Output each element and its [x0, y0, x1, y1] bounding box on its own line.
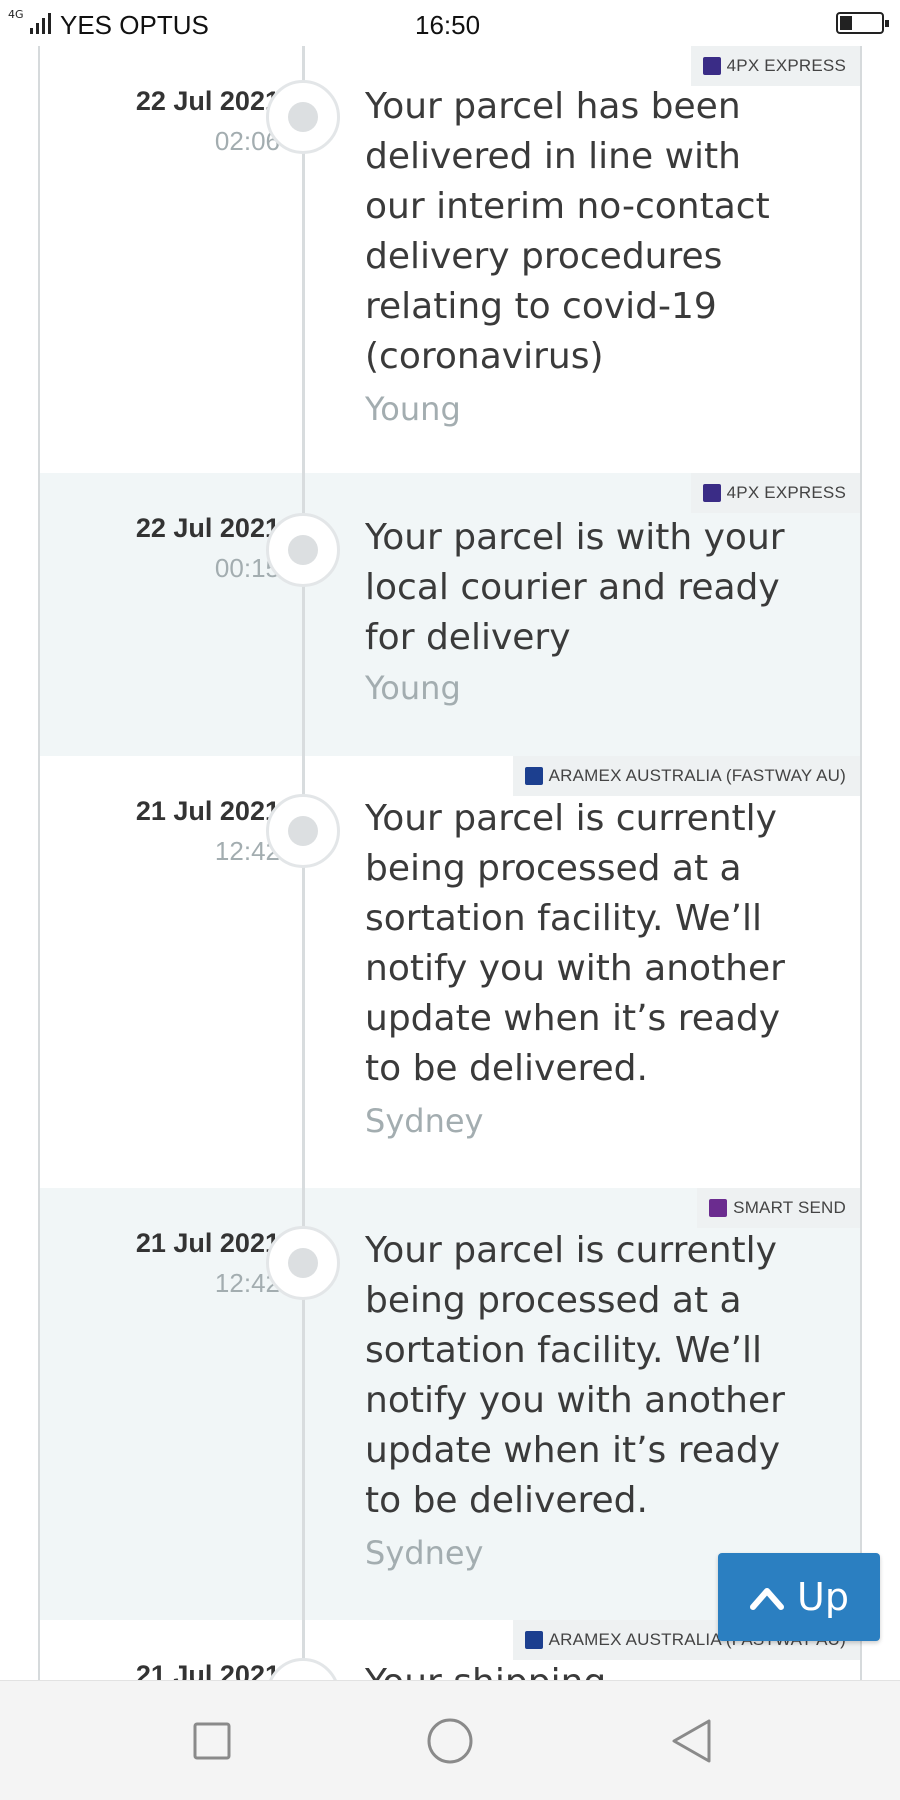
event-date: 21 Jul 2021	[135, 796, 280, 826]
carrier-tag-label: 4PX EXPRESS	[726, 56, 846, 75]
home-circle-icon[interactable]	[420, 1711, 480, 1771]
event-message-line: sortation facility. We’ll	[365, 898, 762, 939]
event-message: Your parcel is currently being processed …	[365, 794, 835, 1094]
event-message: Your parcel is currently being processed …	[365, 1226, 835, 1526]
timeline-node-icon	[266, 80, 340, 154]
timeline-node-icon	[266, 1226, 340, 1300]
event-message-line: being processed at a	[365, 1280, 742, 1321]
event-message-line: Your parcel is currently	[365, 798, 777, 839]
tracking-timeline: 4PX EXPRESS 22 Jul 2021 02:06 Your parce…	[0, 46, 900, 1680]
back-triangle-icon[interactable]	[662, 1711, 722, 1771]
event-date: 21 Jul 2021	[135, 1660, 280, 1680]
timeline-event: 4PX EXPRESS 22 Jul 2021 02:06 Your parce…	[40, 46, 860, 473]
event-message-line: Your parcel is with your	[365, 517, 785, 558]
timeline-left-border	[38, 46, 40, 1680]
status-bar: 4G YES OPTUS 16:50	[0, 0, 900, 46]
timeline-node-icon	[266, 794, 340, 868]
event-message-line: Your shipping	[365, 1658, 835, 1680]
event-message: Your parcel has been delivered in line wi…	[365, 82, 835, 382]
carrier-tag: SMART SEND	[697, 1188, 860, 1228]
event-time: 12:42	[214, 836, 280, 866]
event-message-line: delivered in line with	[365, 136, 741, 177]
event-date: 22 Jul 2021	[135, 86, 280, 116]
event-time: 02:06	[214, 126, 280, 156]
event-message-line: to be delivered.	[365, 1480, 648, 1521]
event-time: 00:15	[214, 553, 280, 583]
carrier-tag: 4PX EXPRESS	[690, 473, 860, 513]
event-date: 21 Jul 2021	[135, 1228, 280, 1258]
event-message-line: to be delivered.	[365, 1048, 648, 1089]
carrier-logo-icon	[709, 1199, 728, 1217]
carrier-tag-label: ARAMEX AUSTRALIA (FASTWAY AU)	[548, 766, 846, 785]
battery-icon	[836, 12, 889, 34]
scroll-up-button[interactable]: Up	[718, 1553, 880, 1641]
event-location: Young	[365, 390, 461, 428]
timeline-event: ARAMEX AUSTRALIA (FASTWAY AU) 21 Jul 202…	[40, 756, 860, 1188]
event-message-line: (coronavirus)	[365, 336, 604, 377]
carrier-logo-icon	[702, 57, 721, 75]
carrier-logo-icon	[524, 767, 543, 785]
event-time: 12:42	[214, 1268, 280, 1298]
event-message-line: notify you with another	[365, 948, 785, 989]
event-message: Your shipping	[365, 1658, 835, 1680]
event-message-line: our interim no-contact	[365, 186, 770, 227]
event-message-line: being processed at a	[365, 848, 742, 889]
event-message-line: Your parcel has been	[365, 86, 741, 127]
event-message: Your parcel is with your local courier an…	[365, 513, 835, 663]
carrier-tag-label: 4PX EXPRESS	[726, 483, 846, 502]
status-clock: 16:50	[415, 10, 481, 40]
event-message-line: for delivery	[365, 617, 571, 658]
carrier-tag: ARAMEX AUSTRALIA (FASTWAY AU)	[512, 756, 860, 796]
carrier-logo-icon	[702, 484, 721, 502]
event-message-line: delivery procedures	[365, 236, 723, 277]
event-message-line: Your parcel is currently	[365, 1230, 777, 1271]
carrier-tag: 4PX EXPRESS	[690, 46, 860, 86]
recents-square-icon[interactable]	[182, 1711, 242, 1771]
timeline-right-border	[860, 46, 862, 1680]
scroll-up-label: Up	[797, 1575, 849, 1619]
event-message-line: local courier and ready	[365, 567, 780, 608]
event-location: Young	[365, 669, 461, 707]
event-location: Sydney	[365, 1102, 484, 1140]
event-message-line: update when it’s ready	[365, 998, 781, 1039]
event-message-line: relating to covid-19	[365, 286, 717, 327]
event-location: Sydney	[365, 1534, 484, 1572]
event-message-line: update when it’s ready	[365, 1430, 781, 1471]
carrier-logo-icon	[524, 1631, 543, 1649]
system-nav-bar	[0, 1680, 900, 1800]
timeline-node-icon	[266, 513, 340, 587]
timeline-event: 4PX EXPRESS 22 Jul 2021 00:15 Your parce…	[40, 473, 860, 756]
signal-icon	[30, 12, 56, 34]
carrier-name: YES OPTUS	[60, 10, 209, 40]
chevron-up-icon	[750, 1588, 785, 1610]
carrier-tag-label: SMART SEND	[733, 1198, 846, 1217]
event-message-line: notify you with another	[365, 1380, 785, 1421]
network-type: 4G	[8, 8, 24, 21]
event-message-line: sortation facility. We’ll	[365, 1330, 762, 1371]
event-date: 22 Jul 2021	[135, 513, 280, 543]
